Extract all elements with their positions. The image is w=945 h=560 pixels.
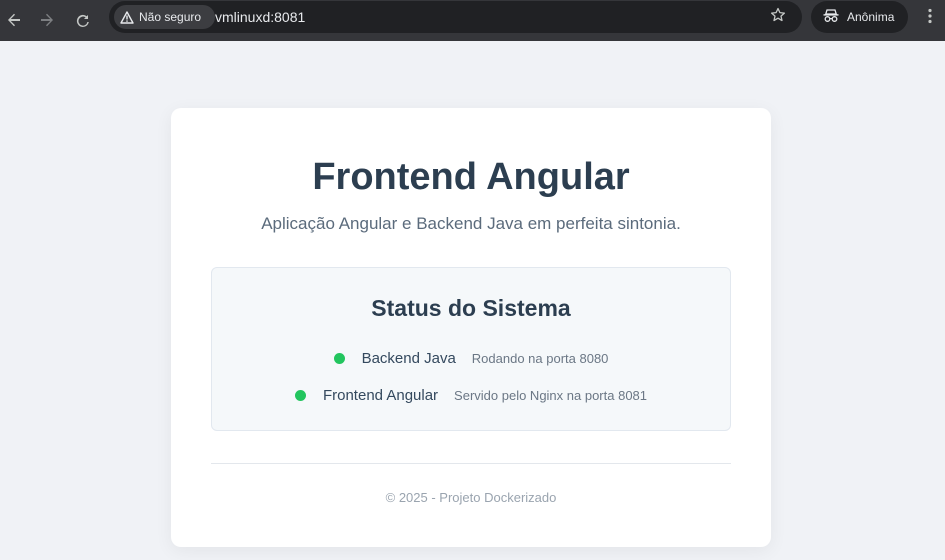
forward-button[interactable]: [33, 6, 61, 34]
reload-icon: [75, 12, 91, 28]
reload-button[interactable]: [69, 6, 97, 34]
footer-text: © 2025 - Projeto Dockerizado: [385, 490, 557, 505]
kebab-menu-icon: [928, 8, 932, 28]
service-name: Frontend Angular: [322, 387, 439, 404]
status-item-frontend: Frontend Angular Servido pelo Nginx na p…: [212, 387, 730, 404]
status-online-icon: [294, 390, 306, 401]
arrow-right-icon: [39, 12, 55, 28]
warning-triangle-icon: [120, 10, 134, 24]
service-detail: Rodando na porta 8080: [471, 351, 609, 366]
main-card: Frontend Angular Aplicação Angular e Bac…: [171, 108, 771, 547]
url-text[interactable]: vmlinuxd:8081: [215, 9, 305, 25]
service-name: Backend Java: [361, 350, 456, 367]
star-icon: [770, 7, 786, 27]
system-status-panel: Status do Sistema Backend Java Rodando n…: [211, 267, 731, 431]
page-title: Frontend Angular: [312, 156, 630, 198]
incognito-icon: [823, 8, 839, 27]
security-label: Não seguro: [139, 10, 202, 24]
bookmark-star-button[interactable]: [768, 7, 788, 27]
footer-divider: [211, 463, 731, 464]
status-heading: Status do Sistema: [371, 295, 571, 321]
profile-label: Anônima: [847, 10, 895, 24]
status-online-icon: [333, 353, 345, 364]
arrow-left-icon: [6, 12, 22, 28]
page-viewport: Frontend Angular Aplicação Angular e Bac…: [0, 41, 945, 560]
service-detail: Servido pelo Nginx na porta 8081: [454, 388, 648, 403]
browser-menu-button[interactable]: [918, 6, 942, 30]
page-subtitle: Aplicação Angular e Backend Java em perf…: [261, 214, 681, 233]
address-bar[interactable]: Não seguro vmlinuxd:8081: [109, 1, 802, 33]
back-button[interactable]: [0, 6, 28, 34]
security-indicator[interactable]: Não seguro: [114, 5, 215, 29]
incognito-profile-button[interactable]: Anônima: [811, 1, 908, 33]
browser-toolbar: Não seguro vmlinuxd:8081 Anônima: [0, 0, 945, 41]
status-item-backend: Backend Java Rodando na porta 8080: [212, 350, 730, 367]
